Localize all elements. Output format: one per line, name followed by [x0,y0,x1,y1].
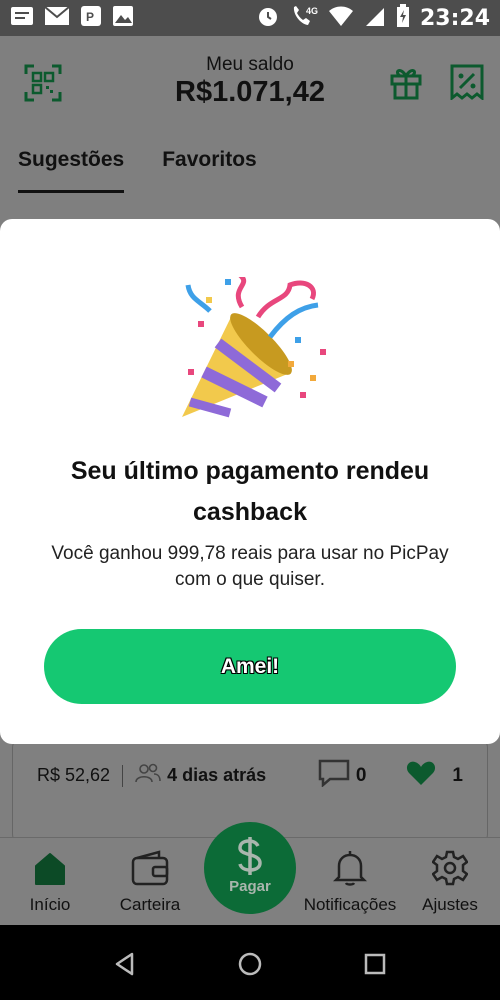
signal-icon [364,5,386,32]
nav-notificacoes-label: Notificações [303,895,397,914]
tab-sugestoes[interactable]: Sugestões [18,148,125,193]
alarm-icon [256,4,280,33]
call-4g-icon: 4G [290,4,318,33]
home-circle-icon[interactable] [237,951,263,982]
tabs: Sugestões Favoritos [18,148,257,193]
recents-icon[interactable] [362,951,388,982]
pay-button[interactable]: Pagar [204,822,296,914]
nav-inicio-label: Início [29,895,71,914]
status-time: 23:24 [419,5,490,31]
bottom-navigation: Início Carteira Pagar Notificações Ajust… [0,822,500,925]
discount-ticket-icon[interactable] [450,64,488,102]
wifi-icon [328,5,354,32]
status-bar: P 4G 23:24 [0,0,500,36]
modal-body: Você ganhou 999,78 reais para usar no Pi… [51,543,449,590]
amei-button[interactable]: Amei! [44,629,456,704]
mail-icon [44,5,70,31]
feed-time-ago: 4 dias atrás [167,765,267,785]
comment-icon[interactable] [318,759,350,792]
nav-ajustes-label: Ajustes [422,895,478,914]
party-popper-icon [170,273,330,427]
nav-ajustes[interactable]: Ajustes [400,850,500,915]
amei-button-label: Amei! [220,654,280,678]
wallet-icon [131,850,169,890]
feed-card-footer: R$ 52,62 4 dias atrás 0 1 [37,759,463,792]
svg-text:4G: 4G [306,6,318,16]
cashback-modal: Seu último pagamento rendeu cashback Voc… [0,219,500,744]
home-icon [32,853,68,890]
back-icon[interactable] [112,951,138,982]
divider [122,764,124,787]
picpay-notification-icon: P [80,5,102,32]
nav-carteira-label: Carteira [119,895,181,914]
gift-icon[interactable] [388,64,426,102]
nav-carteira[interactable]: Carteira [100,850,200,915]
people-icon [135,763,161,788]
message-notification-icon [10,5,34,32]
svg-text:P: P [86,10,94,24]
image-notification-icon [112,5,134,32]
tab-favoritos[interactable]: Favoritos [162,148,257,193]
dollar-icon [234,836,266,881]
header: Meu saldo R$1.071,42 [0,36,500,126]
heart-icon[interactable] [406,760,436,791]
nav-inicio[interactable]: Início [0,850,100,915]
like-count: 1 [452,764,463,786]
comment-count: 0 [355,764,367,786]
system-navigation-bar [0,925,500,1000]
pay-label: Pagar [229,878,271,895]
nav-notificacoes[interactable]: Notificações [300,850,400,915]
modal-title: Seu último pagamento rendeu cashback [70,457,430,526]
feed-price: R$ 52,62 [37,765,111,785]
gear-icon [431,850,469,890]
bell-icon [332,851,368,890]
battery-icon [396,3,410,33]
